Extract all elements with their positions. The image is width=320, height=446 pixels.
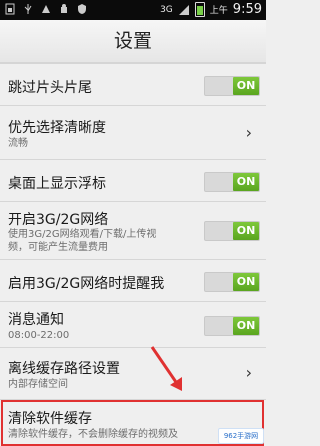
setting-sub-line-1: 使用3G/2G网络观看/下载/上传视 [8,229,157,240]
setting-label: 启用3G/2G网络时提醒我 [8,276,165,292]
setting-sub-label: 08:00-22:00 [8,330,70,341]
setting-label: 优先选择清晰度 [8,120,106,136]
chevron-right-icon: › [245,123,252,142]
clock: 9:59 [232,2,262,17]
toggle-on-label: ON [233,273,259,291]
setting-label: 消息通知 [8,312,64,328]
setting-label: 开启3G/2G网络 [8,212,109,228]
setting-enable-3g2g[interactable]: 开启3G/2G网络 使用3G/2G网络观看/下载/上传视 频，可能产生流量费用 … [0,202,266,260]
red-arrow-icon [150,346,182,391]
3g2g-reminder-toggle[interactable]: ON [204,272,260,292]
toggle-on-label: ON [233,77,259,95]
android-debug-icon [61,4,67,13]
desktop-float-toggle[interactable]: ON [204,172,260,192]
sim-card-icon [5,3,15,15]
usb-icon [24,4,32,14]
shield-icon [78,4,86,14]
setting-desktop-float[interactable]: 桌面上显示浮标 ON [0,160,266,202]
setting-label: 桌面上显示浮标 [8,176,106,192]
setting-sub-label: 流畅 [8,138,28,149]
setting-skip-intro-outro[interactable]: 跳过片头片尾 ON [0,64,266,106]
toggle-on-label: ON [233,173,259,191]
status-bar-left [4,3,88,15]
status-bar: 3G 上午 9:59 [0,0,266,20]
network-type: 3G [160,4,173,15]
setting-3g2g-reminder[interactable]: 启用3G/2G网络时提醒我 ON [0,260,266,302]
notification-icon [42,5,50,13]
am-pm-label: 上午 [209,6,228,16]
battery-icon [194,2,205,17]
setting-message-notification[interactable]: 消息通知 08:00-22:00 ON [0,302,266,348]
toggle-on-label: ON [233,317,259,335]
setting-label: 跳过片头片尾 [8,80,92,96]
setting-sub-label: 内部存储空间 [8,379,68,390]
message-notification-toggle[interactable]: ON [204,316,260,336]
setting-sub-line-2: 频，可能产生流量费用 [8,242,108,253]
page-title: 设置 [0,20,266,64]
skip-intro-toggle[interactable]: ON [204,76,260,96]
enable-3g2g-toggle[interactable]: ON [204,221,260,241]
setting-label: 离线缓存路径设置 [8,361,120,377]
toggle-on-label: ON [233,222,259,240]
chevron-right-icon: › [245,363,252,382]
status-bar-right: 3G 上午 9:59 [160,2,262,17]
watermark-logo: 962手游网 [218,428,264,444]
setting-offline-cache-path[interactable]: 离线缓存路径设置 内部存储空间 › [0,348,266,400]
signal-icon [178,4,189,15]
setting-preferred-quality[interactable]: 优先选择清晰度 流畅 › [0,106,266,160]
